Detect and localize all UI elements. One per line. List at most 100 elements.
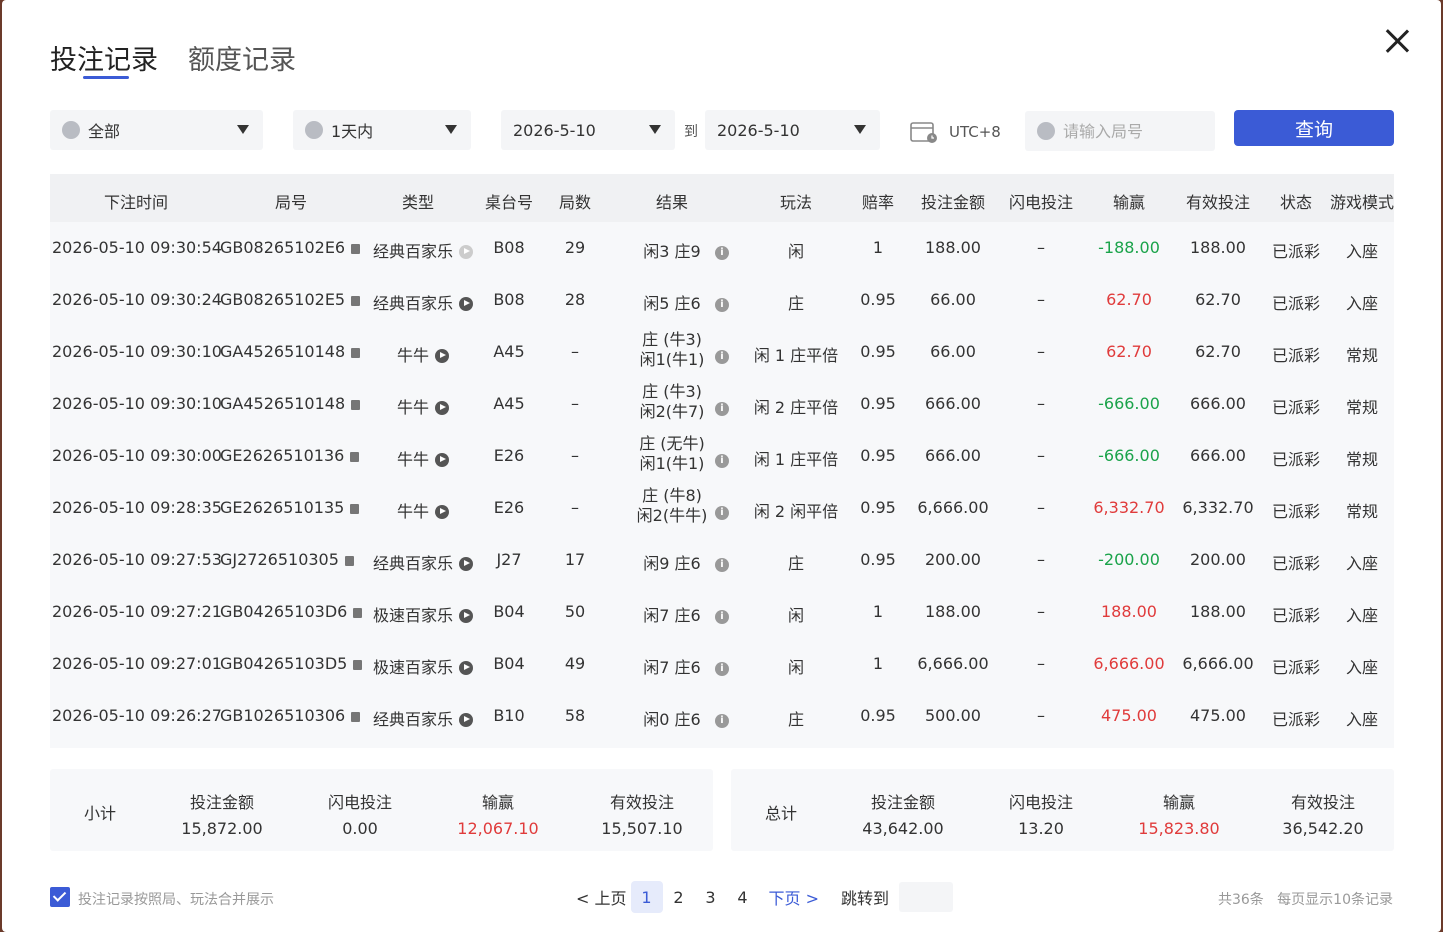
status-text: 已派彩: [1271, 398, 1320, 417]
play-video-icon[interactable]: [435, 348, 449, 363]
close-icon[interactable]: [1382, 26, 1412, 56]
page-3-button[interactable]: 3: [695, 881, 727, 913]
subtotal-amount: 投注金额 15,872.00: [162, 789, 282, 838]
win-loss-text: 62.70: [1106, 290, 1152, 309]
play-video-icon[interactable]: [435, 400, 449, 415]
table-number-text: B10: [493, 706, 525, 725]
play-video-icon[interactable]: [459, 556, 473, 571]
lightning-bet-text: –: [1037, 550, 1045, 569]
valid-bet-text: 6,666.00: [1182, 654, 1254, 673]
tab-bet-records[interactable]: 投注记录: [50, 38, 158, 79]
info-icon[interactable]: i: [715, 448, 729, 468]
odds-text: 1: [872, 238, 884, 257]
page-2-button[interactable]: 2: [663, 881, 695, 913]
play-video-icon[interactable]: [459, 296, 473, 311]
round-number: GE2626510135: [220, 498, 362, 517]
round-search-field: [1025, 111, 1215, 151]
info-icon[interactable]: i: [715, 396, 729, 416]
header-time: 下注时间: [103, 193, 168, 212]
table-row: 2026-05-10 09:26:27 GB1026510306 经典百家乐 B10 5…: [50, 690, 1394, 742]
jump-page-input[interactable]: [899, 882, 954, 912]
win-loss: 188.00: [1079, 602, 1179, 621]
total-valid-value: 36,542.20: [1282, 819, 1364, 838]
win-loss-text: -200.00: [1098, 550, 1160, 569]
odds: 0.95: [848, 446, 908, 465]
page-1-button[interactable]: 1: [630, 881, 663, 913]
bet-time-text: 2026-05-10 09:27:53: [52, 550, 222, 569]
info-icon[interactable]: i: [715, 656, 729, 676]
query-button[interactable]: 查询: [1234, 110, 1394, 146]
play-video-icon[interactable]: [459, 660, 473, 675]
subtotal-valid: 有效投注 15,507.10: [582, 789, 702, 838]
bet-time: 2026-05-10 09:27:21: [52, 602, 222, 621]
tab-credit-records[interactable]: 额度记录: [188, 38, 296, 77]
round-number: GA4526510148: [220, 394, 362, 413]
game-mode: 入座: [1332, 602, 1392, 626]
bet-amount-text: 200.00: [925, 550, 981, 569]
round-number-text: GE2626510136: [220, 446, 345, 465]
play-video-icon[interactable]: [459, 608, 473, 623]
prev-page-button[interactable]: < 上页: [572, 881, 631, 913]
valid-bet-text: 6,332.70: [1182, 498, 1254, 517]
subtotal-amount-value: 15,872.00: [181, 819, 263, 838]
win-loss-text: 475.00: [1101, 706, 1157, 725]
info-icon[interactable]: i: [715, 292, 729, 312]
play-video-icon[interactable]: [435, 504, 449, 519]
win-loss: -188.00: [1079, 238, 1179, 257]
info-icon[interactable]: i: [715, 240, 729, 260]
play-video-icon[interactable]: [459, 244, 473, 259]
round-number-input[interactable]: [1063, 121, 1203, 141]
merge-checkbox[interactable]: [50, 887, 70, 907]
game-type-text: 极速百家乐: [372, 658, 453, 677]
status-text: 已派彩: [1271, 346, 1320, 365]
play-video-icon[interactable]: [435, 452, 449, 467]
result-text: 闲3 庄9: [643, 242, 701, 261]
total-amount-label: 投注金额: [870, 793, 935, 812]
subtotal-valid-label: 有效投注: [609, 793, 674, 812]
win-loss-text: -666.00: [1098, 394, 1160, 413]
result-line-1: 庄 (牛3): [642, 330, 702, 349]
status-text: 已派彩: [1271, 294, 1320, 313]
date-from-select[interactable]: 2026-5-10: [501, 110, 675, 150]
next-page-button[interactable]: 下页 >: [769, 881, 820, 913]
valid-bet-text: 188.00: [1190, 602, 1246, 621]
game-type-text: 经典百家乐: [372, 294, 453, 313]
table-number: E26: [479, 498, 539, 517]
result-line-1: 庄 (无牛): [639, 434, 705, 453]
result-text: 闲0 庄6: [643, 710, 701, 729]
bet-amount-text: 66.00: [930, 290, 976, 309]
calendar-timezone-icon[interactable]: [910, 120, 938, 144]
round-count-text: 28: [564, 290, 586, 309]
info-icon[interactable]: i: [715, 604, 729, 624]
win-loss: -666.00: [1079, 446, 1179, 465]
total-win-value: 15,823.80: [1138, 819, 1220, 838]
game-mode: 入座: [1332, 706, 1392, 730]
date-to-select[interactable]: 2026-5-10: [705, 110, 880, 150]
time-range-select[interactable]: 1天内: [293, 110, 471, 150]
win-loss: -666.00: [1079, 394, 1179, 413]
play-video-icon[interactable]: [459, 712, 473, 727]
win-loss-text: 6,332.70: [1093, 498, 1165, 517]
odds-text: 0.95: [860, 446, 896, 465]
table-number-text: B04: [493, 602, 525, 621]
page-4-button[interactable]: 4: [727, 881, 759, 913]
win-loss: -200.00: [1079, 550, 1179, 569]
info-icon[interactable]: i: [715, 344, 729, 364]
info-icon[interactable]: i: [715, 552, 729, 572]
odds: 1: [848, 238, 908, 257]
game-type: 经典百家乐: [358, 290, 488, 314]
total-lightning-label: 闪电投注: [1008, 793, 1073, 812]
total-lightning: 闪电投注 13.20: [981, 789, 1101, 838]
copy-icon[interactable]: [344, 555, 354, 566]
bet-amount: 66.00: [903, 290, 1003, 309]
round-count: –: [545, 394, 605, 413]
date-from-value: 2026-5-10: [513, 120, 596, 140]
per-page-info: 每页显示10条记录: [1277, 892, 1393, 908]
info-icon[interactable]: i: [715, 708, 729, 728]
game-type: 牛牛: [358, 342, 488, 366]
info-icon[interactable]: i: [715, 500, 729, 520]
odds-text: 1: [872, 654, 884, 673]
subtotal-valid-value: 15,507.10: [601, 819, 683, 838]
game-type-select[interactable]: 全部: [50, 110, 263, 150]
status: 已派彩: [1261, 394, 1331, 418]
